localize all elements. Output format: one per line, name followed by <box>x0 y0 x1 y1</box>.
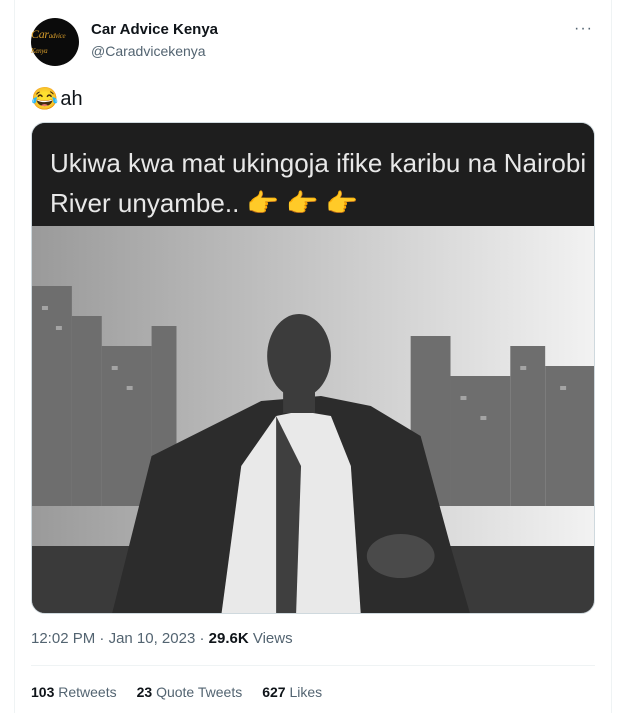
avatar-logo: Caradvice Kenya <box>31 27 79 57</box>
retweets-stat[interactable]: 103 Retweets <box>31 684 117 700</box>
quotes-stat[interactable]: 23 Quote Tweets <box>137 684 243 700</box>
author-handle[interactable]: @Caradvicekenya <box>91 43 206 59</box>
tweet-card: Caradvice Kenya Car Advice Kenya @Caradv… <box>14 0 612 713</box>
likes-label: Likes <box>289 684 323 700</box>
tweet-time[interactable]: 12:02 PM <box>31 630 95 647</box>
tweet-body: ah <box>60 87 83 110</box>
media-caption: Ukiwa kwa mat ukingoja ifike karibu na N… <box>32 123 594 226</box>
tweet-media[interactable]: Ukiwa kwa mat ukingoja ifike karibu na N… <box>31 122 595 614</box>
author-name[interactable]: Car Advice Kenya <box>91 21 218 38</box>
likes-count: 627 <box>262 684 286 700</box>
tweet-date[interactable]: Jan 10, 2023 <box>109 630 196 647</box>
engagement-stats: 103 Retweets 23 Quote Tweets 627 Likes <box>31 684 322 700</box>
views-count: 29.6K <box>208 630 249 647</box>
divider <box>31 665 595 666</box>
quotes-count: 23 <box>136 684 153 700</box>
avatar-logo-main: Car <box>31 27 49 41</box>
retweets-count: 103 <box>31 684 55 700</box>
laughing-emoji: 😂 <box>31 86 59 111</box>
likes-stat[interactable]: 627 Likes <box>262 684 322 700</box>
tweet-meta: 12:02 PM · Jan 10, 2023 · 29.6K Views <box>31 630 293 647</box>
quotes-label: Quote Tweets <box>156 684 243 700</box>
avatar[interactable]: Caradvice Kenya <box>31 18 79 66</box>
tweet-text: 😂 ah <box>31 86 83 112</box>
media-photo <box>32 226 594 613</box>
more-options-icon[interactable]: ··· <box>574 20 593 38</box>
meta-separator-1: · <box>95 630 109 647</box>
retweets-label: Retweets <box>58 684 117 700</box>
views-label: Views <box>248 630 293 647</box>
meta-separator-2: · <box>195 630 209 647</box>
